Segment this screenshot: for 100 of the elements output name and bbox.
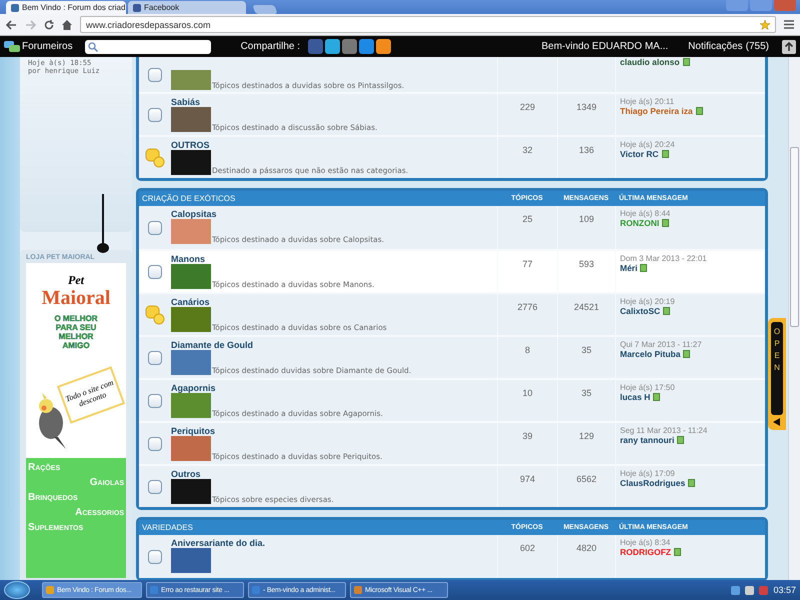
last-post-author[interactable]: claudio alonso [620,57,680,67]
forumeiros-link[interactable]: Forumeiros [22,41,73,52]
ad-slogan: O MELHOR PARA SEU MELHOR AMIGO [53,314,99,350]
last-post-author[interactable]: Marcelo Pituba [620,349,680,359]
ad-product: Suplementos [28,522,84,533]
last-post-author[interactable]: Méri [620,263,638,273]
document-icon[interactable] [663,307,670,315]
photo-placeholder [171,307,211,332]
last-post-author[interactable]: rany tannouri [620,435,674,445]
ad-product: Gaiolas [90,477,124,488]
photo-placeholder [171,219,211,244]
tray-icon [731,586,740,594]
chat-bubbles-icon [4,40,20,52]
ad-product: Acessorios [75,507,124,518]
document-icon[interactable] [677,436,684,444]
photo-placeholder [171,479,211,504]
topics-count: 602 [497,535,557,578]
photo-placeholder [171,436,211,461]
ad-product: Rações [28,462,60,473]
photo-placeholder [171,264,211,289]
last-post-time: Dom 3 Mar 2013 - 22:01 [620,254,708,263]
document-icon[interactable] [683,350,690,358]
browser-tab[interactable]: Bem Vindo : Forum dos criad [6,1,126,14]
address-field[interactable]: www.criadoresdepassaros.com [80,16,776,33]
left-arrow-icon [773,418,781,426]
forum-link[interactable]: Manons [171,254,497,264]
forum-link[interactable]: Agapornis [171,383,497,393]
forum-link[interactable]: Sabiás [171,97,497,107]
document-icon[interactable] [662,150,669,158]
search-icon [88,42,98,52]
star-icon[interactable] [760,20,770,30]
topics-count: 974 [497,466,557,507]
app-icon [46,586,54,594]
forum-link[interactable]: Outros [171,469,497,479]
forum-link[interactable]: Calopsitas [171,209,497,219]
forum-link[interactable]: Diamante de Gould [171,340,497,350]
photo-placeholder [171,393,211,418]
share-label: Compartilhe : [240,41,300,52]
topics-count: 32 [497,137,557,178]
scrollbar-thumb[interactable] [790,147,799,327]
welcome-text[interactable]: Bem-vindo EDUARDO MA... [541,41,668,52]
ad-banner[interactable]: Pet Maioral O MELHOR PARA SEU MELHOR AMIGO Todo o site com desconto [26,263,126,458]
last-post-time: Qui 7 Mar 2013 - 11:27 [620,340,703,349]
new-tab-button[interactable] [252,5,278,14]
document-icon[interactable] [682,58,690,66]
ad-brand-top: Pet [68,273,84,288]
document-icon[interactable] [640,264,648,272]
app-icon [252,586,260,594]
document-icon[interactable] [688,479,696,487]
photo-placeholder [171,350,211,375]
document-icon[interactable] [662,219,670,227]
posts-count: 6562 [557,466,615,507]
section-title: CRIAÇÃO DE EXÓTICOS [142,194,236,203]
last-post-author[interactable]: Victor RC [620,149,659,159]
search-field[interactable] [84,40,211,54]
reload-icon[interactable] [44,20,54,30]
clock: 03:57 [773,585,796,595]
photo-placeholder [171,107,211,132]
last-post-author[interactable]: Thiago Pereira iza [620,106,693,116]
browser-tab[interactable]: Facebook [128,1,246,14]
forum-link[interactable]: OUTROS [171,140,497,150]
ad-brand: Maioral [42,288,110,308]
photo-placeholder [171,150,211,175]
last-post-time: Hoje á(s) 20:24 [620,140,676,149]
site-icon [133,4,141,12]
app-icon [150,586,158,594]
section-title: VARIEDADES [142,523,194,532]
document-icon[interactable] [653,393,660,401]
last-post-author[interactable]: CalixtoSC [620,306,660,316]
last-post-time: Hoje á(s) 17:09 [620,469,676,478]
open-tab[interactable]: OPEN [768,318,786,430]
last-post-time: Hoje á(s) 17:50 [620,383,676,392]
last-post-time: Hoje á(s) 20:19 [620,297,676,306]
last-post-time: Hoje á(s) 8:34 [620,538,672,547]
back-icon[interactable] [6,20,17,30]
up-arrow-icon [785,42,793,51]
last-post-time: Hoje á(s) 20:11 [620,97,676,106]
document-icon[interactable] [674,548,681,556]
last-post-author[interactable]: ClausRodrigues [620,478,686,488]
tray-icon [759,586,768,594]
start-button[interactable] [4,581,30,599]
document-icon[interactable] [696,107,703,115]
hanging-spider-drawing [96,194,110,256]
posts-count: 4820 [557,535,615,578]
notifications-count: (755) [746,41,769,52]
last-post-time: Hoje á(s) 8:44 [620,209,672,218]
forum-link[interactable]: Canários [171,297,497,307]
forum-link[interactable]: Periquitos [171,426,497,436]
scroll-to-top-button[interactable] [782,40,796,54]
menu-icon[interactable] [784,20,794,29]
app-icon [354,586,362,594]
home-icon[interactable] [62,20,72,30]
last-post-author[interactable]: lucas H [620,392,650,402]
ad-product: Brinquedos [28,492,78,503]
notifications-link[interactable]: Notificações [688,41,743,52]
scrollbar[interactable] [788,57,800,580]
photo-placeholder [171,70,211,90]
site-icon [11,4,19,12]
forum-link[interactable]: Aniversariante do dia. [171,538,497,548]
last-post-time: Seg 11 Mar 2013 - 11:24 [620,426,708,435]
